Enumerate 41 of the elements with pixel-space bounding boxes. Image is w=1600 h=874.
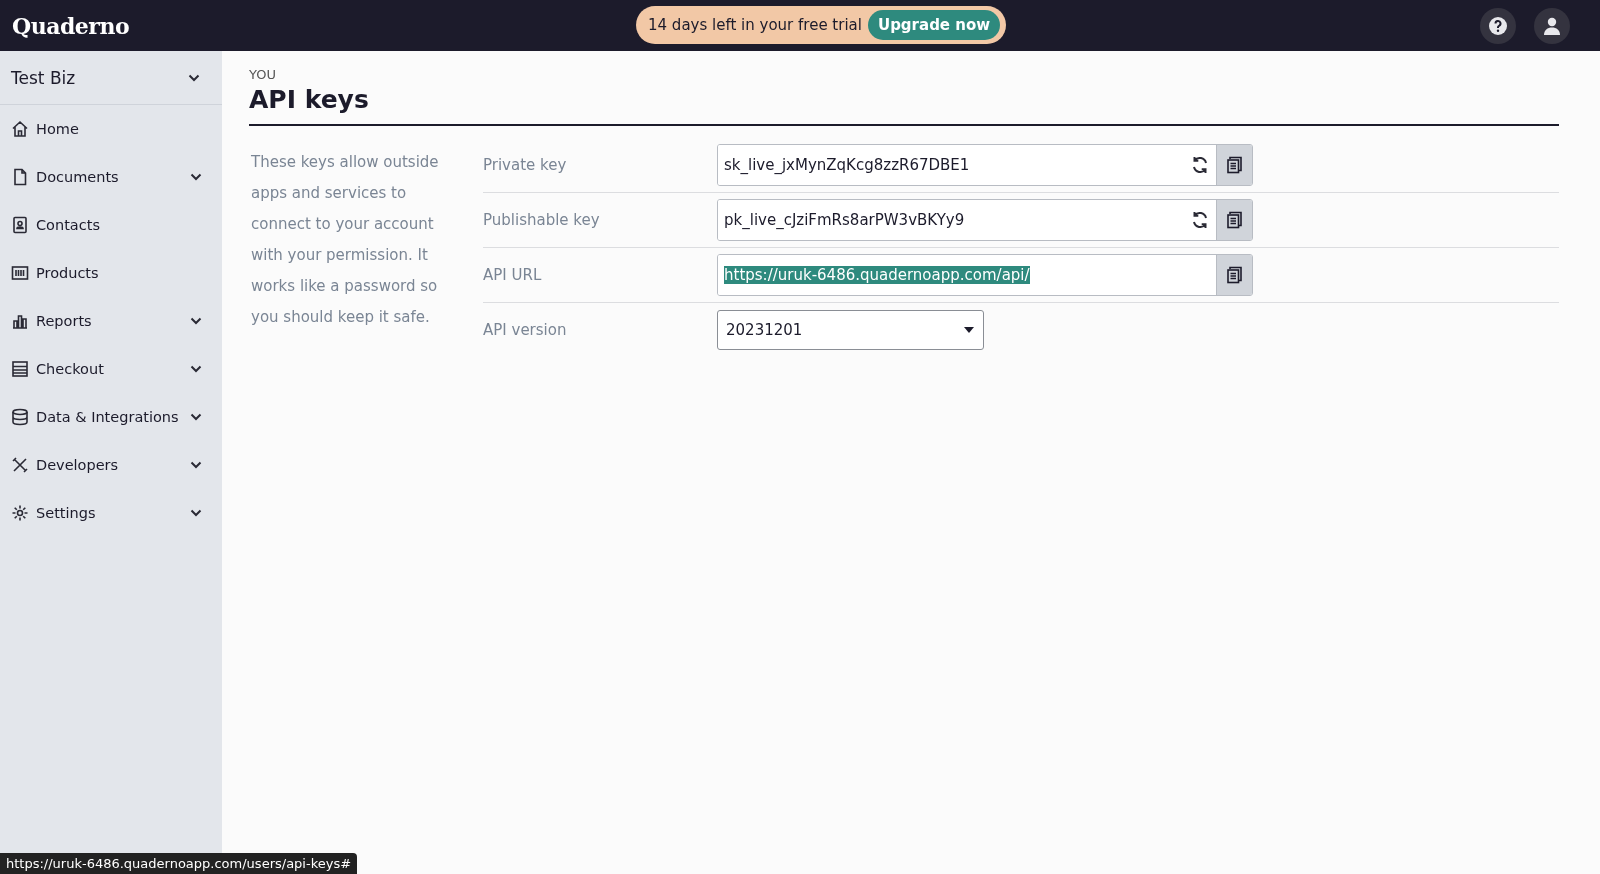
chevron-down-icon <box>190 413 202 421</box>
dropdown-arrow-icon <box>963 326 975 334</box>
sidebar-item[interactable]: Products <box>0 249 222 297</box>
breadcrumb: YOU <box>249 67 277 82</box>
chevron-down-icon <box>190 365 202 373</box>
logo[interactable]: Quaderno <box>12 12 130 39</box>
help-icon <box>1488 15 1508 36</box>
version-dropdown[interactable]: 20231201 <box>717 310 984 350</box>
document-icon <box>11 168 29 186</box>
page-title: API keys <box>249 85 370 114</box>
settings-icon <box>11 504 29 522</box>
status-bar-url: https://uruk-6486.quadernoapp.com/users/api-keys# <box>0 853 358 874</box>
sidebar-item[interactable]: Home <box>0 105 222 153</box>
field-label: API version <box>483 321 568 339</box>
sidebar-item[interactable]: Reports <box>0 297 222 345</box>
bar-chart-icon <box>11 312 29 330</box>
trial-text: 14 days left in your free trial <box>648 16 862 34</box>
home-icon <box>11 120 29 138</box>
sidebar-item[interactable]: Contacts <box>0 201 222 249</box>
sidebar-item[interactable]: Data & Integrations <box>0 393 222 441</box>
sidebar-item[interactable]: Documents <box>0 153 222 201</box>
field-label: Private key <box>483 156 568 174</box>
contact-card-icon <box>11 216 29 234</box>
barcode-icon <box>11 264 29 282</box>
chevron-down-icon <box>190 317 202 325</box>
upgrade-button[interactable]: Upgrade now <box>867 10 1001 40</box>
list-icon <box>11 360 29 378</box>
help-button[interactable] <box>1480 7 1516 44</box>
sidebar-item[interactable]: Checkout <box>0 345 222 393</box>
sidebar-item[interactable]: Developers <box>0 441 222 489</box>
chevron-down-icon <box>188 73 200 82</box>
field-label: API URL <box>483 266 543 284</box>
field-label: Publishable key <box>483 211 601 229</box>
database-icon <box>11 408 29 426</box>
user-icon <box>1542 15 1562 36</box>
account-button[interactable] <box>1534 7 1570 44</box>
chevron-down-icon <box>190 509 202 517</box>
description-text: These keys allow outside apps and services to connect to your account with your permission. It works like a password so you should keep it safe. <box>251 152 440 328</box>
sidebar-item[interactable]: Settings <box>0 489 222 537</box>
chevron-down-icon <box>190 173 202 181</box>
chevron-down-icon <box>190 461 202 469</box>
